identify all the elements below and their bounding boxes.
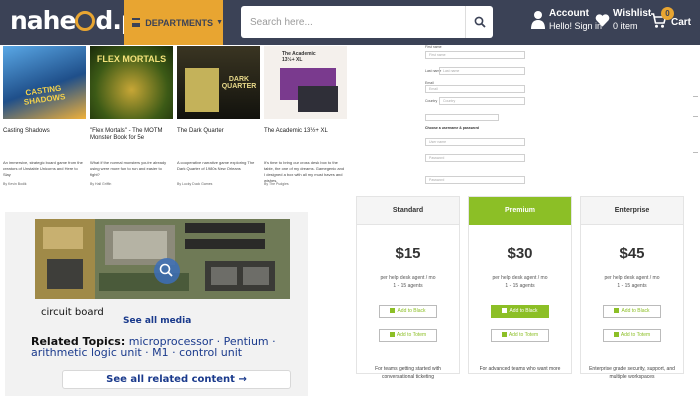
- product-description: It's time to bring our cross desk box to…: [264, 160, 345, 183]
- see-related-content-button[interactable]: See all related content →: [62, 370, 291, 389]
- product-cover: FLEX MORTALS: [90, 46, 173, 119]
- user-icon: [531, 11, 545, 29]
- cart-small-icon: [614, 308, 620, 313]
- cart-label: Cart: [671, 17, 692, 28]
- circuit-board-graphic: [35, 219, 290, 299]
- product-title[interactable]: "Flex Mortals" - The MOTM Monster Book f…: [90, 128, 172, 142]
- product-title[interactable]: The Dark Quarter: [177, 128, 259, 135]
- email-field[interactable]: Email: [425, 85, 525, 93]
- last-name-field[interactable]: Last name: [439, 67, 525, 75]
- plan-footer: For advanced teams who want more: [479, 366, 561, 372]
- username-field[interactable]: User name: [425, 138, 525, 146]
- cart-small-icon: [390, 308, 396, 313]
- plan-name: Premium: [469, 197, 571, 225]
- plan-price: $45: [619, 245, 645, 262]
- departments-button[interactable]: DEPARTMENTS ▼: [124, 0, 223, 45]
- product-description: An immersive, strategic board game from …: [3, 160, 83, 177]
- password-field[interactable]: Password: [425, 154, 525, 162]
- search-bar: [241, 6, 493, 38]
- plan-card-premium: Premium $30 per help desk agent / mo 1 - …: [468, 196, 572, 374]
- add-to-black-button[interactable]: Add to Black: [491, 305, 549, 318]
- departments-label: DEPARTMENTS: [145, 17, 214, 28]
- cover-title: DARK QUARTER: [221, 76, 257, 90]
- product-title[interactable]: Casting Shadows: [3, 128, 85, 135]
- plan-note: per help desk agent / mo 1 - 15 agents: [492, 275, 548, 289]
- confirm-password-field[interactable]: Password: [425, 176, 525, 184]
- caret-down-icon: ▼: [216, 19, 223, 26]
- media-panel: circuit board See all media Related Topi…: [5, 212, 308, 396]
- product-author: By Hall Griffin: [90, 182, 112, 186]
- cart-small-icon: [389, 332, 395, 337]
- divider: [693, 152, 698, 153]
- country-select[interactable]: [425, 114, 499, 121]
- plan-footer: Enterprise grade security, support, and …: [589, 366, 675, 380]
- cart-count-badge: 0: [661, 7, 674, 20]
- pricing-section: Standard $15 per help desk agent / mo 1 -…: [350, 188, 700, 400]
- heart-icon: [595, 14, 610, 27]
- credentials-heading: Choose a username & password: [425, 126, 480, 130]
- plan-price: $15: [395, 245, 421, 262]
- related-topics: Related Topics: microprocessor · Pentium…: [31, 336, 299, 358]
- cart-link[interactable]: 0 Cart: [650, 7, 692, 34]
- add-to-totem-button[interactable]: Add to Totem: [491, 329, 549, 342]
- add-to-totem-button[interactable]: Add to Totem: [379, 329, 437, 342]
- hamburger-icon: [132, 18, 141, 27]
- circuit-board-image[interactable]: [35, 219, 290, 299]
- divider: [693, 116, 698, 117]
- search-icon: [474, 16, 486, 28]
- see-all-media-link[interactable]: See all media: [123, 316, 191, 326]
- account-link[interactable]: Account Hello! Sign in: [531, 8, 602, 32]
- product-description: A cooperative narrative game exploring T…: [177, 160, 255, 171]
- wishlist-title: Wishlist: [613, 8, 652, 19]
- cover-title: CASTING SHADOWS: [23, 83, 66, 107]
- logo-o-icon: [75, 11, 96, 31]
- product-cover: CASTING SHADOWS: [3, 46, 86, 119]
- plan-note: per help desk agent / mo 1 - 15 agents: [380, 275, 436, 289]
- cart-small-icon: [613, 332, 619, 337]
- country-label: Country: [425, 99, 438, 103]
- wishlist-count: 0 item: [613, 21, 638, 31]
- plan-price: $30: [507, 245, 533, 262]
- country-field[interactable]: Country: [439, 97, 525, 105]
- product-author: By Kevin Bodik: [3, 182, 27, 186]
- divider: [693, 96, 698, 97]
- plan-card-standard: Standard $15 per help desk agent / mo 1 -…: [356, 196, 460, 380]
- first-name-field[interactable]: First name: [425, 51, 525, 59]
- product-cover: The Academic 13½+ XL: [264, 46, 347, 119]
- product-cover: DARK QUARTER: [177, 46, 260, 119]
- search-button[interactable]: [465, 6, 493, 38]
- cart-small-icon: [502, 308, 508, 313]
- plan-note: per help desk agent / mo 1 - 15 agents: [604, 275, 660, 289]
- product-description: What if the normal monsters you're alrea…: [90, 160, 167, 177]
- add-to-totem-button[interactable]: Add to Totem: [603, 329, 661, 342]
- media-caption: circuit board: [41, 307, 104, 318]
- cart-small-icon: [501, 332, 507, 337]
- plan-card-enterprise: Enterprise $45 per help desk agent / mo 1…: [580, 196, 684, 380]
- wishlist-link[interactable]: Wishlist 0 item: [595, 8, 651, 32]
- first-name-label: First name: [425, 45, 442, 49]
- product-grid: CASTING SHADOWS Casting Shadows An immer…: [0, 45, 350, 190]
- cover-title: The Academic 13½+ XL: [282, 51, 316, 63]
- product-title[interactable]: The Academic 13½+ XL: [264, 128, 346, 135]
- logo-text-left: nahe: [10, 6, 76, 35]
- product-author: By Lucky Duck Games: [177, 182, 213, 186]
- site-header: nahed.pk DEPARTMENTS ▼ Account Hello! Si…: [0, 0, 700, 45]
- add-to-black-button[interactable]: Add to Black: [379, 305, 437, 318]
- cover-title: FLEX MORTALS: [96, 54, 167, 64]
- search-input[interactable]: [241, 6, 465, 38]
- plan-footer: For teams getting started with conversat…: [375, 366, 441, 380]
- signup-form: First name First name Last name Last nam…: [415, 45, 527, 185]
- plan-name: Standard: [357, 197, 459, 225]
- plan-name: Enterprise: [581, 197, 683, 225]
- add-to-black-button[interactable]: Add to Black: [603, 305, 661, 318]
- product-author: By The Pudgies: [264, 182, 289, 186]
